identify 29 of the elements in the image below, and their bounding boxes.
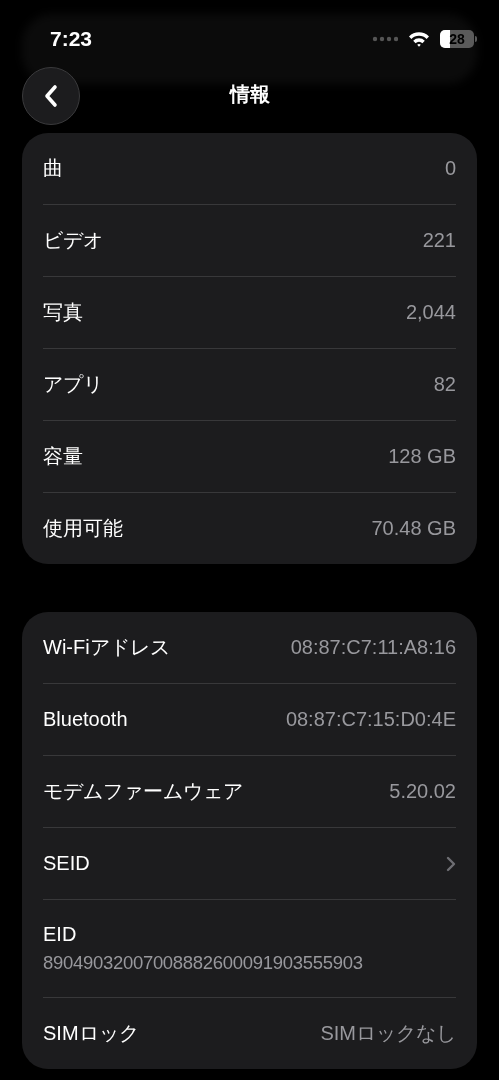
- cellular-signal-icon: [372, 36, 398, 42]
- row-value: 08:87:C7:15:D0:4E: [285, 708, 456, 731]
- row-value: 128 GB: [388, 445, 456, 468]
- row-value: 221: [422, 229, 456, 252]
- chevron-icon: [446, 855, 456, 872]
- row-label: Bluetooth: [43, 708, 128, 731]
- row-value: 82: [433, 373, 456, 396]
- row-label: 容量: [43, 444, 83, 469]
- row-value: 5.20.02: [389, 780, 456, 803]
- row-label: EID: [43, 923, 77, 946]
- row-label: 曲: [43, 156, 63, 181]
- row-label: 写真: [43, 300, 83, 325]
- row-label: アプリ: [43, 372, 103, 397]
- row-label: モデムファームウェア: [43, 779, 243, 804]
- row-label: Wi-Fiアドレス: [43, 635, 170, 660]
- row-value: 0: [444, 157, 456, 180]
- row-label: SIMロック: [43, 1021, 139, 1046]
- row-label: 使用可能: [43, 516, 123, 541]
- page-title: 情報: [229, 81, 270, 107]
- row-label: ビデオ: [43, 228, 103, 253]
- row-value: SIMロックなし: [320, 1021, 456, 1046]
- row-value: 89049032007008882600091903555903: [43, 952, 363, 974]
- back-chevron-icon: [43, 84, 59, 108]
- status-time: 7:23: [50, 27, 93, 51]
- row-value: 2,044: [405, 301, 456, 324]
- settings-row[interactable]: SEID: [43, 828, 456, 899]
- wifi-icon: [408, 31, 430, 47]
- row-value: 70.48 GB: [371, 517, 456, 540]
- row-value: 08:87:C7:11:A8:16: [290, 636, 456, 659]
